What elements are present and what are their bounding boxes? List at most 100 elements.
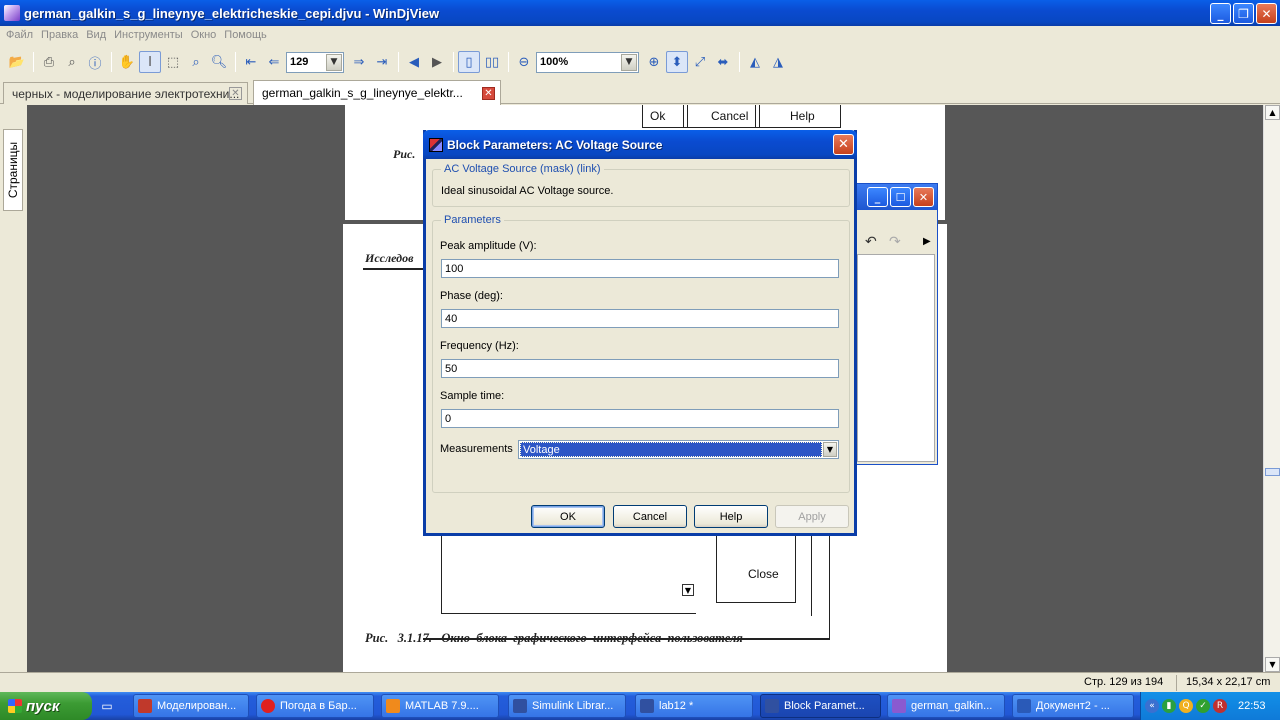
close-tab-icon[interactable]: ✕ [482, 86, 495, 100]
chevron-down-icon[interactable]: ▼ [621, 53, 637, 71]
single-page-icon[interactable]: ▯ [458, 51, 480, 73]
back-icon[interactable]: ◀ [403, 51, 425, 73]
chevron-down-icon[interactable]: ▼ [823, 442, 837, 457]
close-button[interactable]: ✕ [1256, 3, 1277, 24]
zoom-input[interactable] [537, 52, 619, 72]
rotate-right-icon[interactable]: ◮ [767, 51, 789, 73]
block-parameters-dialog: Block Parameters: AC Voltage Source ✕ AC… [423, 130, 857, 536]
start-button[interactable]: пуск [0, 692, 92, 720]
scan-border [716, 602, 796, 603]
minimize-button[interactable]: _ [1210, 3, 1231, 24]
binoculars-icon[interactable]: ⌕ [61, 51, 83, 73]
toolbar-separator [739, 52, 740, 72]
scan-border [759, 105, 760, 127]
maximize-button[interactable]: ☐ [890, 187, 911, 207]
minimize-button[interactable]: _ [867, 187, 888, 207]
taskbar-item-8[interactable]: Документ2 - ... [1012, 694, 1134, 718]
cancel-button[interactable]: Cancel [613, 505, 687, 528]
network-icon[interactable]: ▮ [1162, 699, 1176, 713]
scan-border [716, 533, 717, 603]
measurements-select[interactable]: Voltage ▼ [518, 440, 839, 459]
zoom-rect-icon[interactable]: ⌕ [185, 51, 207, 73]
dialog-titlebar[interactable]: Block Parameters: AC Voltage Source ✕ [423, 130, 857, 159]
select-text-icon[interactable]: I [139, 51, 161, 73]
sidebar: Страницы [0, 105, 27, 672]
play-icon[interactable]: ▶ [923, 236, 931, 247]
peak-amplitude-field[interactable] [441, 259, 839, 278]
two-pages-icon[interactable]: ▯▯ [481, 51, 503, 73]
window-title: german_galkin_s_g_lineynye_elektricheski… [24, 5, 440, 21]
open-icon[interactable]: 📂 [6, 51, 28, 73]
scan-cancel-label: Cancel [711, 109, 749, 123]
expand-tray-icon[interactable]: « [1145, 699, 1159, 713]
next-page-icon[interactable]: ⇒ [348, 51, 370, 73]
apply-button[interactable]: Apply [775, 505, 849, 528]
first-page-icon[interactable]: ⇤ [240, 51, 262, 73]
scan-close-label: Close [748, 567, 779, 581]
vertical-scrollbar[interactable]: ▲ ▼ [1263, 105, 1280, 672]
sidebar-tab-pages[interactable]: Страницы [3, 129, 23, 211]
magnifier-icon[interactable]: 🔍︎ [208, 51, 230, 73]
forward-icon[interactable]: ▶ [426, 51, 448, 73]
page-number-combo[interactable]: ▼ [286, 51, 344, 73]
help-button[interactable]: Help [694, 505, 768, 528]
menu-edit[interactable]: Правка [39, 29, 84, 41]
close-tab-icon[interactable]: ✕ [229, 87, 242, 100]
redo-icon[interactable]: ↷ [889, 234, 901, 250]
rotate-left-icon[interactable]: ◭ [744, 51, 766, 73]
scroll-down-icon[interactable]: ▼ [1265, 657, 1280, 672]
zoom-combo[interactable]: ▼ [536, 51, 639, 73]
tab-document-1[interactable]: черных - моделирование электротехни... ✕ [3, 82, 248, 104]
fit-page-icon[interactable]: ⬍ [666, 51, 688, 73]
taskbar-item-6[interactable]: Block Paramet... [760, 694, 881, 718]
hand-tool-icon[interactable]: ✋ [116, 51, 138, 73]
show-desktop-icon[interactable]: ▭ [98, 697, 116, 715]
scan-border [811, 533, 812, 616]
tab-document-2[interactable]: german_galkin_s_g_lineynye_elektr... ✕ [253, 80, 501, 105]
zoom-out-icon[interactable]: ⊖ [513, 51, 535, 73]
scroll-up-icon[interactable]: ▲ [1265, 105, 1280, 120]
undo-icon[interactable]: ↶ [865, 234, 877, 250]
prev-page-icon[interactable]: ⇐ [263, 51, 285, 73]
taskbar-item-3[interactable]: MATLAB 7.9.... [381, 694, 499, 718]
taskbar-item-label: Документ2 - ... [1036, 700, 1110, 712]
model-canvas[interactable] [857, 254, 935, 462]
menu-file[interactable]: Файл [4, 29, 39, 41]
language-icon[interactable]: R [1213, 699, 1227, 713]
chevron-down-icon[interactable]: ▼ [326, 53, 342, 71]
dialog-close-button[interactable]: ✕ [833, 134, 854, 155]
info-icon[interactable]: ⓘ [84, 51, 106, 73]
last-page-icon[interactable]: ⇥ [371, 51, 393, 73]
mask-group-legend: AC Voltage Source (mask) (link) [441, 163, 604, 175]
menu-view[interactable]: Вид [84, 29, 112, 41]
menu-window[interactable]: Окно [189, 29, 223, 41]
page-number-input[interactable] [287, 52, 325, 72]
simulink-icon [640, 699, 654, 713]
actual-size-icon[interactable]: ⤢ [689, 51, 711, 73]
ok-button[interactable]: OK [531, 505, 605, 528]
fit-width-icon[interactable]: ⬌ [712, 51, 734, 73]
zoom-in-icon[interactable]: ⊕ [643, 51, 665, 73]
sample-time-field[interactable] [441, 409, 839, 428]
menu-help[interactable]: Помощь [222, 29, 273, 41]
taskbar-item-label: lab12 * [659, 700, 694, 712]
print-icon[interactable]: ⎙ [38, 51, 60, 73]
background-window[interactable]: _ ☐ ✕ ↶ ↷ ▶ [856, 183, 938, 465]
rect-select-icon[interactable]: ⬚ [162, 51, 184, 73]
taskbar-item-1[interactable]: Моделирован... [133, 694, 249, 718]
background-window-titlebar[interactable]: _ ☐ ✕ [857, 184, 937, 210]
close-button[interactable]: ✕ [913, 187, 934, 207]
qip-icon[interactable]: Q [1179, 699, 1193, 713]
taskbar-item-4[interactable]: Simulink Librar... [508, 694, 626, 718]
simulink-icon [513, 699, 527, 713]
scroll-thumb[interactable] [1265, 468, 1280, 476]
taskbar-item-7[interactable]: german_galkin... [887, 694, 1005, 718]
restore-button[interactable]: ❐ [1233, 3, 1254, 24]
taskbar-item-2[interactable]: Погода в Бар... [256, 694, 374, 718]
window-titlebar[interactable]: german_galkin_s_g_lineynye_elektricheski… [0, 0, 1280, 26]
antivirus-icon[interactable]: ✓ [1196, 699, 1210, 713]
phase-field[interactable] [441, 309, 839, 328]
menu-tools[interactable]: Инструменты [112, 29, 189, 41]
frequency-field[interactable] [441, 359, 839, 378]
taskbar-item-5[interactable]: lab12 * [635, 694, 753, 718]
